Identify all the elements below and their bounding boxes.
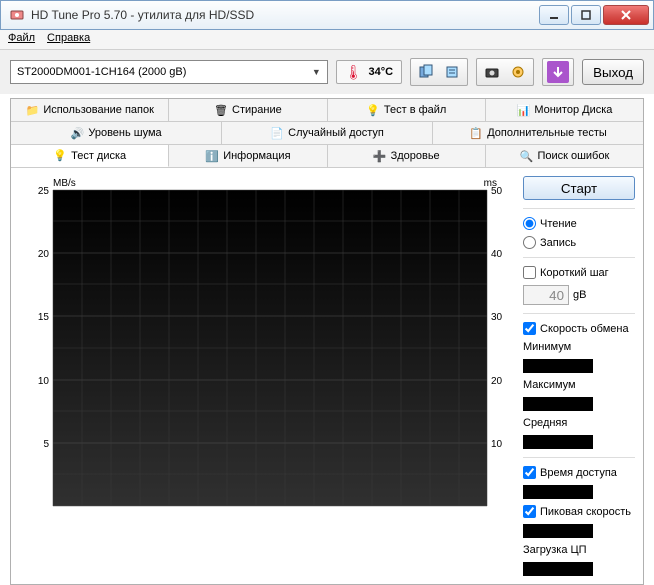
svg-text:25: 25 xyxy=(38,186,50,197)
check-transfer-rate[interactable]: Скорость обмена xyxy=(523,322,635,335)
info-icon: ℹ️ xyxy=(205,149,219,163)
label-maximum: Максимум xyxy=(523,379,635,391)
radio-read[interactable]: Чтение xyxy=(523,217,635,230)
value-minimum xyxy=(523,359,593,373)
maximize-button[interactable] xyxy=(571,5,601,25)
menu-help[interactable]: Справка xyxy=(47,32,90,47)
bulb-icon: 💡 xyxy=(53,149,67,163)
step-unit: gB xyxy=(573,289,586,301)
tab-extra-tests[interactable]: 📋Дополнительные тесты xyxy=(433,122,643,144)
check-short-stroke[interactable]: Короткий шаг xyxy=(523,266,635,279)
svg-text:40: 40 xyxy=(491,249,503,260)
check-burst-rate[interactable]: Пиковая скорость xyxy=(523,505,635,518)
svg-text:15: 15 xyxy=(38,312,50,323)
tab-random-access[interactable]: 📄Случайный доступ xyxy=(222,122,433,144)
toolbar-group-2 xyxy=(476,58,534,86)
file-test-icon: 💡 xyxy=(366,103,380,117)
title-bar: HD Tune Pro 5.70 - утилита для HD/SSD xyxy=(0,0,654,30)
menu-bar: Файл Справка xyxy=(0,30,654,50)
svg-text:5: 5 xyxy=(43,439,49,450)
svg-text:20: 20 xyxy=(491,376,503,387)
value-average xyxy=(523,435,593,449)
menu-file[interactable]: Файл xyxy=(8,32,35,47)
tab-container: 📁Использование папок 🗑Стирание 💡Тест в ф… xyxy=(10,98,644,585)
tab-erase[interactable]: 🗑Стирание xyxy=(169,99,327,121)
copy-screenshot-button[interactable] xyxy=(441,61,463,83)
app-icon xyxy=(9,7,25,23)
value-maximum xyxy=(523,397,593,411)
minimize-button[interactable] xyxy=(539,5,569,25)
folder-icon: 📁 xyxy=(25,103,39,117)
tab-folder-usage[interactable]: 📁Использование папок xyxy=(11,99,169,121)
search-icon: 🔍 xyxy=(519,149,533,163)
short-stroke-input xyxy=(523,285,569,305)
svg-text:20: 20 xyxy=(38,249,50,260)
tab-error-scan[interactable]: 🔍Поиск ошибок xyxy=(486,145,643,167)
screenshot-button[interactable] xyxy=(481,61,503,83)
radio-write[interactable]: Запись xyxy=(523,236,635,249)
temperature-value: 34°C xyxy=(369,66,394,78)
chevron-down-icon: ▼ xyxy=(312,67,321,77)
svg-text:10: 10 xyxy=(491,439,503,450)
toolbar-group-1 xyxy=(410,58,468,86)
save-button[interactable] xyxy=(547,61,569,83)
settings-button[interactable] xyxy=(507,61,529,83)
toolbar-group-3 xyxy=(542,58,574,86)
benchmark-chart: MB/s ms xyxy=(19,176,515,516)
temperature-display: 🌡 34°C xyxy=(336,60,402,84)
start-button[interactable]: Старт xyxy=(523,176,635,200)
trash-icon: 🗑 xyxy=(214,103,228,117)
label-minimum: Минимум xyxy=(523,341,635,353)
copy-info-button[interactable] xyxy=(415,61,437,83)
svg-text:10: 10 xyxy=(38,376,50,387)
tab-file-test[interactable]: 💡Тест в файл xyxy=(328,99,486,121)
tab-benchmark[interactable]: 💡Тест диска xyxy=(11,145,169,167)
value-cpu-usage xyxy=(523,562,593,576)
tab-noise[interactable]: 🔊Уровень шума xyxy=(11,122,222,144)
drive-label: ST2000DM001-1CH164 (2000 gB) xyxy=(17,66,186,78)
tab-health[interactable]: ➕Здоровье xyxy=(328,145,486,167)
health-icon: ➕ xyxy=(373,149,387,163)
speaker-icon: 🔊 xyxy=(70,126,84,140)
svg-text:30: 30 xyxy=(491,312,503,323)
check-access-time[interactable]: Время доступа xyxy=(523,466,635,479)
tab-disk-monitor[interactable]: 📊Монитор Диска xyxy=(486,99,643,121)
tab-info[interactable]: ℹ️Информация xyxy=(169,145,327,167)
label-cpu-usage: Загрузка ЦП xyxy=(523,544,635,556)
exit-button[interactable]: Выход xyxy=(582,59,644,85)
thermometer-icon: 🌡 xyxy=(345,64,363,81)
toolbar: ST2000DM001-1CH164 (2000 gB) ▼ 🌡 34°C Вы… xyxy=(0,50,654,94)
drive-select[interactable]: ST2000DM001-1CH164 (2000 gB) ▼ xyxy=(10,60,328,84)
close-button[interactable] xyxy=(603,5,649,25)
monitor-icon: 📊 xyxy=(516,103,530,117)
label-average: Средняя xyxy=(523,417,635,429)
svg-text:50: 50 xyxy=(491,186,503,197)
value-access-time xyxy=(523,485,593,499)
benchmark-content: MB/s ms xyxy=(11,168,643,584)
chart-area: MB/s ms xyxy=(19,176,515,576)
window-title: HD Tune Pro 5.70 - утилита для HD/SSD xyxy=(31,8,539,22)
random-icon: 📄 xyxy=(270,126,284,140)
left-axis-label: MB/s xyxy=(53,178,76,189)
extra-icon: 📋 xyxy=(469,126,483,140)
side-panel: Старт Чтение Запись Короткий шаг gB Скор… xyxy=(523,176,635,576)
